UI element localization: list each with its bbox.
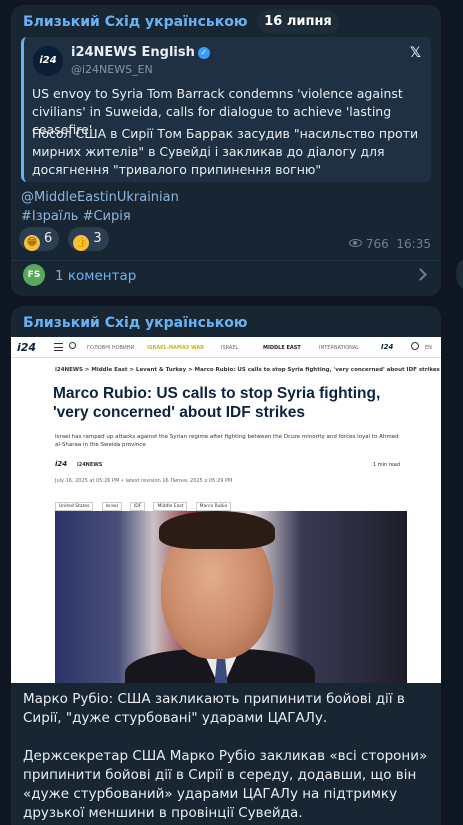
tweet-author: i24NEWS English ✓ <box>71 45 210 60</box>
caption-body: Держсекретар США Марко Рубіо закликав «в… <box>23 748 428 821</box>
nav-item-highlight: ISRAEL-HAMAS WAR <box>147 345 205 351</box>
tweet-handle: @i24NEWS_EN <box>71 63 153 76</box>
source-logo: i24 <box>55 460 68 468</box>
tag: Marco Rubio <box>195 502 232 511</box>
tweet-text-uk: Посол США в Сирії Том Баррак засудив "на… <box>32 126 419 177</box>
message-meta: 766 16:35 <box>348 237 431 251</box>
article-headline: Marco Rubio: US calls to stop Syria figh… <box>53 385 381 421</box>
read-time: 1 min read <box>373 462 401 468</box>
article-subheadline: Israel has ramped up attacks against the… <box>55 434 399 448</box>
article-tags: United States Israel IDF Middle East Mar… <box>55 492 234 511</box>
hashtags[interactable]: #Ізраїль #Сирія <box>21 207 179 226</box>
article-screenshot[interactable]: i24 ГОЛОВНІ НОВИНИ ISRAEL-HAMAS WAR ISRA… <box>11 337 441 683</box>
channel-name[interactable]: Близький Схід українською <box>23 315 247 331</box>
date-badge: 16 липня <box>257 10 339 34</box>
comments-button[interactable]: FS 1 коментар <box>11 261 441 296</box>
verified-icon: ✓ <box>197 47 210 59</box>
tag: IDF <box>129 502 146 511</box>
language-select: EN <box>425 345 432 351</box>
channel-link[interactable]: @MiddleEastinUkrainian <box>21 188 179 207</box>
article-navbar: i24 ГОЛОВНІ НОВИНИ ISRAEL-HAMAS WAR ISRA… <box>11 337 441 358</box>
i24-small-logo: i24 <box>381 343 394 351</box>
reaction-grin[interactable]: 😁 6 <box>19 227 60 251</box>
i24-logo: i24 <box>17 341 37 354</box>
scroll-down-button[interactable] <box>456 260 463 288</box>
user-icon <box>411 342 419 350</box>
reaction-count: 3 <box>93 231 102 246</box>
nav-item: ISRAEL <box>221 345 239 351</box>
nav-item: INTERNATIONAL <box>319 345 360 351</box>
commenter-avatar: FS <box>23 264 45 286</box>
tweet-author-name: i24NEWS English <box>71 45 195 60</box>
caption-title: Марко Рубіо: США закликають припинити бо… <box>23 691 405 726</box>
chevron-right-icon <box>414 268 427 281</box>
view-count: 766 <box>365 237 389 251</box>
nav-item: MIDDLE EAST <box>263 345 301 351</box>
tag: Middle East <box>153 502 188 511</box>
source-name: i24NEWS <box>77 462 103 468</box>
x-logo-icon: 𝕏 <box>409 45 421 61</box>
reaction-count: 6 <box>44 231 53 246</box>
reactions-bar: 😁 6 👍 3 <box>19 227 113 251</box>
grin-emoji-icon: 😁 <box>24 235 40 251</box>
message-time: 16:35 <box>396 237 431 251</box>
search-icon <box>69 342 76 349</box>
message-bubble: Близький Схід українською i24 ГОЛОВНІ НО… <box>11 306 441 825</box>
comments-label: 1 коментар <box>55 268 137 284</box>
message-links: @MiddleEastinUkrainian #Ізраїль #Сирія <box>21 188 179 226</box>
article-date: July 16, 2025 at 05:26 PM • latest revis… <box>55 478 233 484</box>
hair <box>159 511 275 549</box>
views-icon <box>348 239 362 247</box>
channel-name[interactable]: Близький Схід українською <box>23 14 247 30</box>
author-avatar: i24 <box>33 46 63 76</box>
quoted-tweet[interactable]: i24 i24NEWS English ✓ @i24NEWS_EN 𝕏 US en… <box>21 37 431 182</box>
tag: Israel <box>101 502 122 511</box>
breadcrumb: i24NEWS > Middle East > Levant & Turkey … <box>55 367 440 373</box>
tag: United States <box>55 502 94 511</box>
reaction-thumbs-up[interactable]: 👍 3 <box>68 227 109 251</box>
menu-icon <box>54 343 63 351</box>
nav-item: ГОЛОВНІ НОВИНИ <box>87 345 135 351</box>
article-photo <box>55 511 407 683</box>
message-text: Марко Рубіо: США закликають припинити бо… <box>23 690 433 825</box>
thumbs-up-emoji-icon: 👍 <box>73 235 90 251</box>
message-bubble: Близький Схід українською i24 i24NEWS En… <box>11 5 441 296</box>
